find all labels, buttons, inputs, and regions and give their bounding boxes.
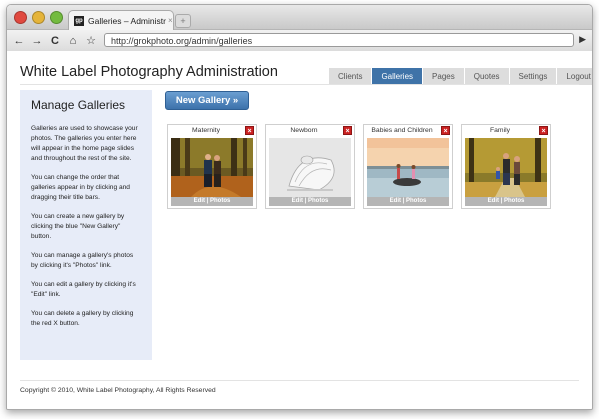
nav-pages[interactable]: Pages — [423, 68, 464, 85]
new-tab-button[interactable]: + — [175, 14, 191, 28]
close-window-button[interactable] — [14, 11, 27, 24]
sidebar-paragraph: You can edit a gallery by clicking it's … — [31, 281, 136, 298]
reload-icon[interactable]: C — [47, 35, 63, 47]
address-bar[interactable]: http://grokphoto.org/admin/galleries — [104, 33, 574, 47]
gallery-edit-photos-links[interactable]: Edit | Photos — [465, 197, 547, 206]
nav-quotes[interactable]: Quotes — [464, 68, 509, 85]
footer-divider — [20, 380, 579, 381]
browser-tab[interactable]: gp Galleries – Administration × — [68, 10, 174, 30]
window-controls — [14, 11, 63, 24]
site-favicon: gp — [74, 15, 84, 26]
sidebar-paragraph: You can delete a gallery by clicking the… — [31, 310, 134, 327]
nav-logout[interactable]: Logout — [557, 68, 592, 85]
gallery-title-bar[interactable]: Newborn — [266, 127, 342, 134]
sidebar-paragraph: You can change the order that galleries … — [31, 174, 130, 201]
main-nav: Clients Galleries Pages Quotes Settings … — [329, 68, 592, 85]
nav-settings[interactable]: Settings — [509, 68, 557, 85]
sidebar-paragraph: Galleries are used to showcase your phot… — [31, 125, 138, 162]
delete-gallery-icon[interactable]: × — [441, 126, 450, 135]
browser-window: gp Galleries – Administration × + ← → C … — [6, 4, 593, 410]
gallery-edit-photos-links[interactable]: Edit | Photos — [367, 197, 449, 206]
gallery-card-family[interactable]: Family × Edit | Photos — [461, 124, 551, 209]
forward-icon[interactable]: → — [29, 35, 45, 47]
gallery-thumbnail — [269, 138, 351, 197]
bookmark-star-icon[interactable]: ☆ — [83, 34, 99, 47]
sidebar-paragraph: You can create a new gallery by clicking… — [31, 213, 125, 240]
gallery-title-bar[interactable]: Maternity — [168, 127, 244, 134]
gallery-edit-photos-links[interactable]: Edit | Photos — [171, 197, 253, 206]
gallery-title-bar[interactable]: Babies and Children — [364, 127, 440, 134]
gallery-card-babies-and-children[interactable]: Babies and Children × Edit | Photos — [363, 124, 453, 209]
gallery-edit-photos-links[interactable]: Edit | Photos — [269, 197, 351, 206]
new-gallery-button[interactable]: New Gallery » — [165, 91, 249, 110]
browser-toolbar: ← → C ⌂ ☆ http://grokphoto.org/admin/gal… — [7, 30, 592, 52]
back-icon[interactable]: ← — [11, 35, 27, 47]
sidebar-paragraph: You can manage a gallery's photos by cli… — [31, 252, 134, 269]
tab-title: Galleries – Administration — [88, 15, 166, 26]
sidebar: Manage Galleries Galleries are used to s… — [20, 90, 152, 360]
gallery-card-newborn[interactable]: Newborn × Edit | Photos — [265, 124, 355, 209]
footer-copyright: Copyright © 2010, White Label Photograph… — [20, 387, 216, 394]
delete-gallery-icon[interactable]: × — [245, 126, 254, 135]
gallery-thumbnail — [171, 138, 253, 197]
gallery-card-maternity[interactable]: Maternity × Edit | Photos — [167, 124, 257, 209]
page-menu-icon[interactable]: ▶ — [579, 34, 586, 45]
site-title: White Label Photography Administration — [20, 64, 278, 80]
page-content: White Label Photography Administration C… — [7, 51, 592, 409]
nav-galleries[interactable]: Galleries — [372, 68, 423, 85]
minimize-window-button[interactable] — [32, 11, 45, 24]
home-icon[interactable]: ⌂ — [65, 35, 81, 47]
delete-gallery-icon[interactable]: × — [539, 126, 548, 135]
browser-titlebar: gp Galleries – Administration × + — [7, 5, 592, 30]
sidebar-heading: Manage Galleries — [31, 98, 126, 112]
gallery-thumbnail — [367, 138, 449, 197]
gallery-title-bar[interactable]: Family — [462, 127, 538, 134]
nav-clients[interactable]: Clients — [329, 68, 372, 85]
tab-close-icon[interactable]: × — [168, 16, 173, 25]
gallery-thumbnail — [465, 138, 547, 197]
zoom-window-button[interactable] — [50, 11, 63, 24]
delete-gallery-icon[interactable]: × — [343, 126, 352, 135]
header-divider — [20, 84, 579, 85]
